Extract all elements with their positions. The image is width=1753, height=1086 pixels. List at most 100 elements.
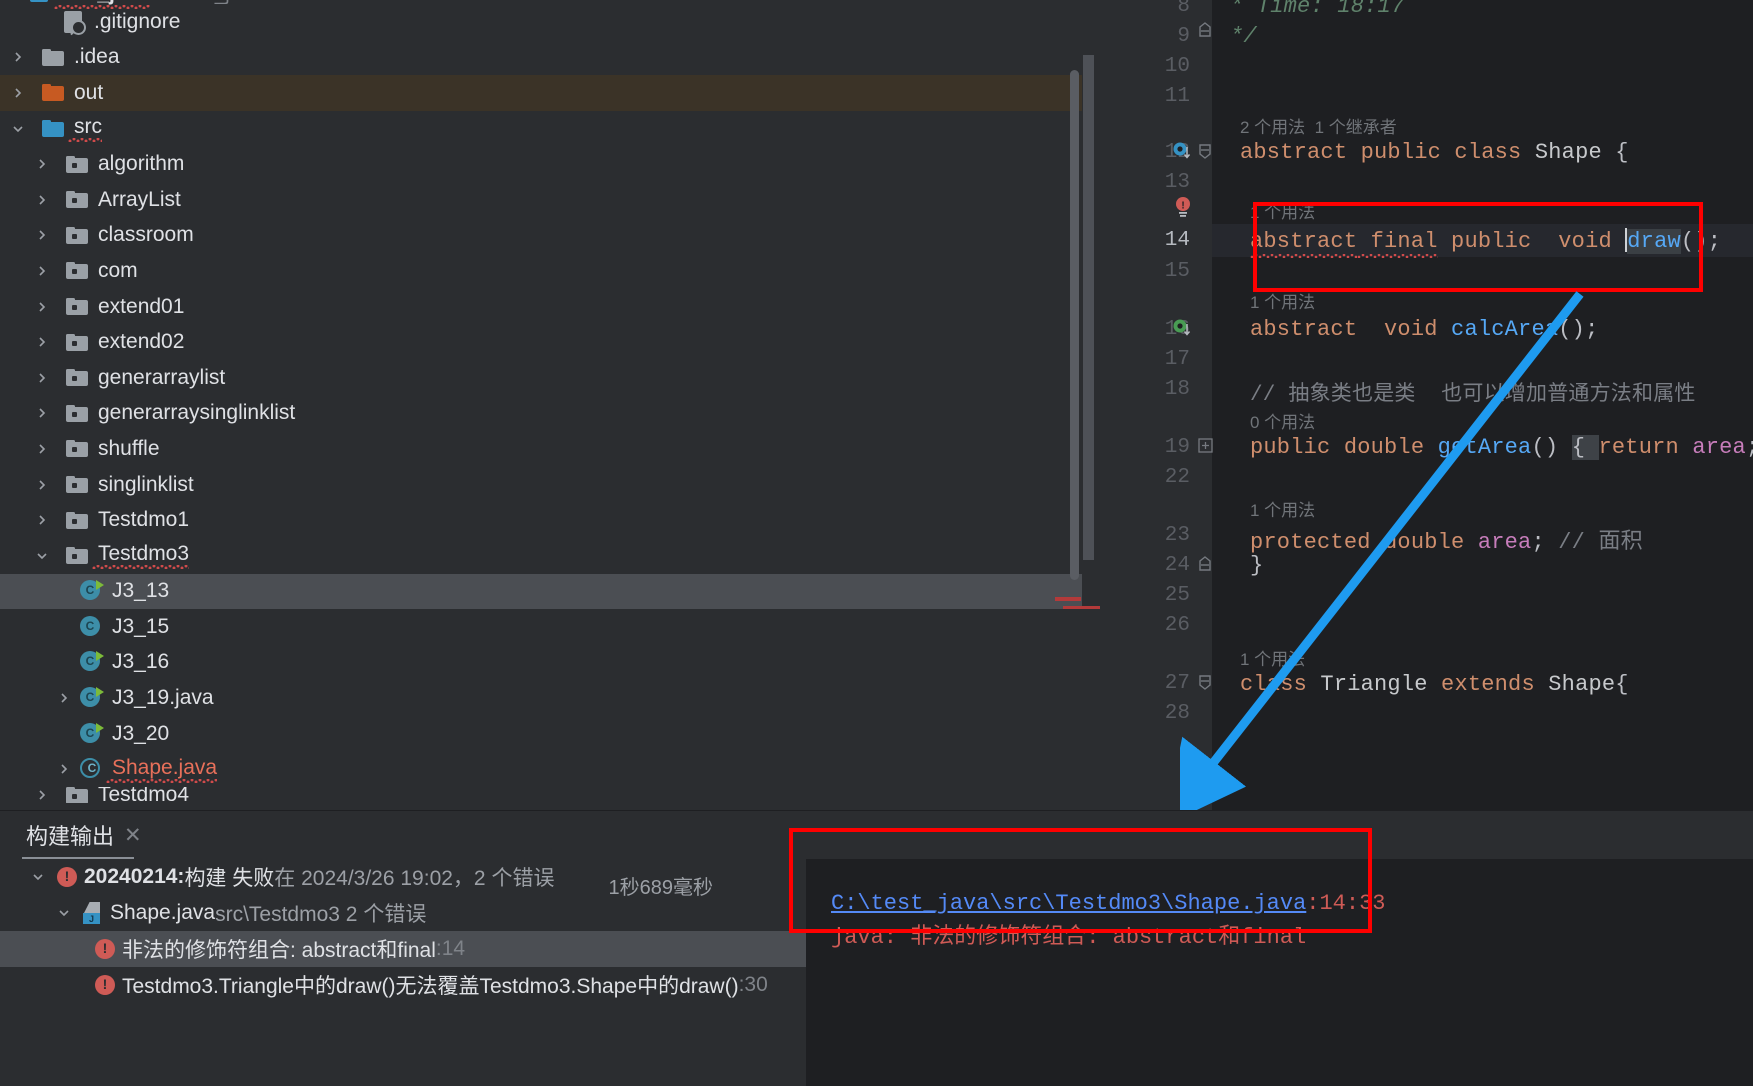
chevron-right-icon[interactable] [30,229,54,241]
usage-hint-getarea[interactable]: 0 个用法 [1250,408,1315,433]
line-number: 18 [1164,378,1190,401]
code-token: abstract [1250,317,1385,342]
tree-item-label: J3_13 [112,579,170,603]
line-number: 11 [1164,85,1190,108]
implemented-method-icon[interactable] [1172,141,1194,163]
fold-start-icon[interactable] [1198,143,1212,165]
tree-item-gitignore[interactable]: .gitignore [0,4,1085,40]
tree-item-singlinklist[interactable]: singlinklist [0,467,1085,503]
build-row-file[interactable]: Shape.java src\Testdmo3 2 个错误 [0,895,806,931]
chevron-right-icon[interactable] [30,789,54,801]
build-error-message: 非法的修饰符组合: abstract和final [122,939,436,962]
close-icon[interactable]: ✕ [124,823,142,848]
fold-start-icon[interactable] [1198,674,1212,696]
chevron-down-icon[interactable] [6,123,30,135]
code-token: extends [1427,672,1549,697]
tree-item-classroom[interactable]: classroom [0,218,1085,254]
tree-item-label: ArrayList [98,187,181,211]
chevron-right-icon[interactable] [30,265,54,277]
chevron-down-icon[interactable] [26,871,50,883]
tree-item-idea[interactable]: .idea [0,40,1085,76]
folder-orange-icon [38,84,68,102]
usage-hint-draw[interactable]: 1 个用法 [1250,198,1315,223]
tree-item-shuffle[interactable]: shuffle [0,431,1085,467]
chevron-right-icon[interactable] [6,51,30,63]
package-icon [62,440,92,458]
chevron-right-icon[interactable] [30,194,54,206]
tree-item-label: algorithm [98,152,185,176]
error-bulb-icon[interactable]: ! [1174,196,1196,218]
tab-build-output[interactable]: 构建输出 ✕ [26,819,142,851]
tree-item-testdmo1[interactable]: Testdmo1 [0,502,1085,538]
code-token: ; [1746,435,1753,460]
tree-item-label: J3_16 [112,650,170,674]
tree-item-label: generarraylist [98,365,226,389]
build-detail-pane[interactable]: C:\test_java\src\Testdmo3\Shape.java:14:… [806,859,1753,1086]
tree-item-j3_13[interactable]: J3_13 [0,573,1085,610]
build-row-error-2[interactable]: Testdmo3.Triangle中的draw()无法覆盖Testdmo3.Sh… [0,967,806,1003]
code-token: public double [1250,435,1438,460]
code-editor[interactable]: 8 9 10 11 12 13 14 15 16 17 18 19 22 23 … [1100,0,1753,810]
tree-item-src[interactable]: src [0,111,1085,147]
chevron-right-icon[interactable] [30,479,54,491]
chevron-right-icon[interactable] [30,158,54,170]
build-row-error-1[interactable]: 非法的修饰符组合: abstract和final :14 [0,931,806,967]
usage-hint-area[interactable]: 1 个用法 [1250,496,1315,521]
chevron-right-icon[interactable] [52,763,76,775]
chevron-right-icon[interactable] [6,87,30,99]
error-file-link[interactable]: C:\test_java\src\Testdmo3\Shape.java [831,891,1306,916]
scrollbar-thumb[interactable] [1070,70,1079,580]
usage-hint-triangle[interactable]: 1 个用法 [1240,645,1305,670]
usage-hint-calcarea[interactable]: 1 个用法 [1250,288,1315,313]
tree-item-com[interactable]: com [0,253,1085,289]
tree-item-j3_20[interactable]: J3_20 [0,716,1085,752]
chevron-right-icon[interactable] [30,407,54,419]
chevron-down-icon[interactable] [52,907,76,919]
fold-expand-icon[interactable] [1198,438,1213,459]
editor-error-stripe[interactable] [1063,606,1103,609]
project-tree-panel[interactable]: test_java C:\test_java .gitignore .idea … [0,0,1085,810]
tree-item-arraylist[interactable]: ArrayList [0,182,1085,218]
chevron-right-icon[interactable] [30,514,54,526]
project-tree-scrollbar[interactable] [1070,0,1079,810]
usage-hint-class[interactable]: 2 个用法 1 个继承者 [1240,113,1397,138]
tree-item-label: J3_15 [112,614,170,638]
tree-item-j3_15[interactable]: J3_15 [0,609,1085,645]
chevron-down-icon[interactable] [0,0,24,1]
chevron-right-icon[interactable] [30,372,54,384]
line-number: 8 [1177,0,1190,18]
chevron-right-icon[interactable] [30,301,54,313]
tree-item-j3_16[interactable]: J3_16 [0,645,1085,681]
tree-item-testdmo3[interactable]: Testdmo3 [0,538,1085,574]
error-line-col: :14:33 [1306,891,1386,916]
tree-item-label: Testdmo4 [98,787,190,804]
code-token: abstract public class [1240,140,1535,165]
chevron-right-icon[interactable] [30,443,54,455]
tree-item-generarraysinglinklist[interactable]: generarraysinglinklist [0,396,1085,432]
implemented-method-icon[interactable] [1172,318,1194,340]
tree-item-label: J3_19.java [112,686,214,710]
chevron-right-icon[interactable] [30,336,54,348]
tree-item-generarraylist[interactable]: generarraylist [0,360,1085,396]
tree-item-extend02[interactable]: extend02 [0,324,1085,360]
line-number: 19 [1164,436,1190,459]
tab-label: 构建输出 [26,824,115,849]
tree-item-algorithm[interactable]: algorithm [0,146,1085,182]
tree-item-label: src [68,115,102,142]
code-token: Shape [1534,140,1602,165]
tree-item-j3_19-java[interactable]: J3_19.java [0,680,1085,716]
chevron-down-icon[interactable] [30,550,54,562]
tree-item-out[interactable]: out [0,75,1085,111]
fold-end-icon[interactable] [1198,556,1212,578]
fold-end-icon[interactable] [1198,22,1212,44]
code-token: area [1477,530,1532,555]
tree-item-shape-java[interactable]: Shape.java [0,751,1085,787]
tree-item-extend01[interactable]: extend01 [0,289,1085,325]
package-icon [62,155,92,173]
error-icon [88,975,122,995]
editor-scrollbar-thumb[interactable] [1083,55,1094,560]
chevron-right-icon[interactable] [52,692,76,704]
build-output-panel[interactable]: 构建输出 ✕ 20240214: 构建 失败 在 2024/3/26 19:02… [0,810,1753,1086]
tree-item-testdmo4[interactable]: Testdmo4 [0,787,1085,804]
build-id: 20240214: [84,865,185,888]
